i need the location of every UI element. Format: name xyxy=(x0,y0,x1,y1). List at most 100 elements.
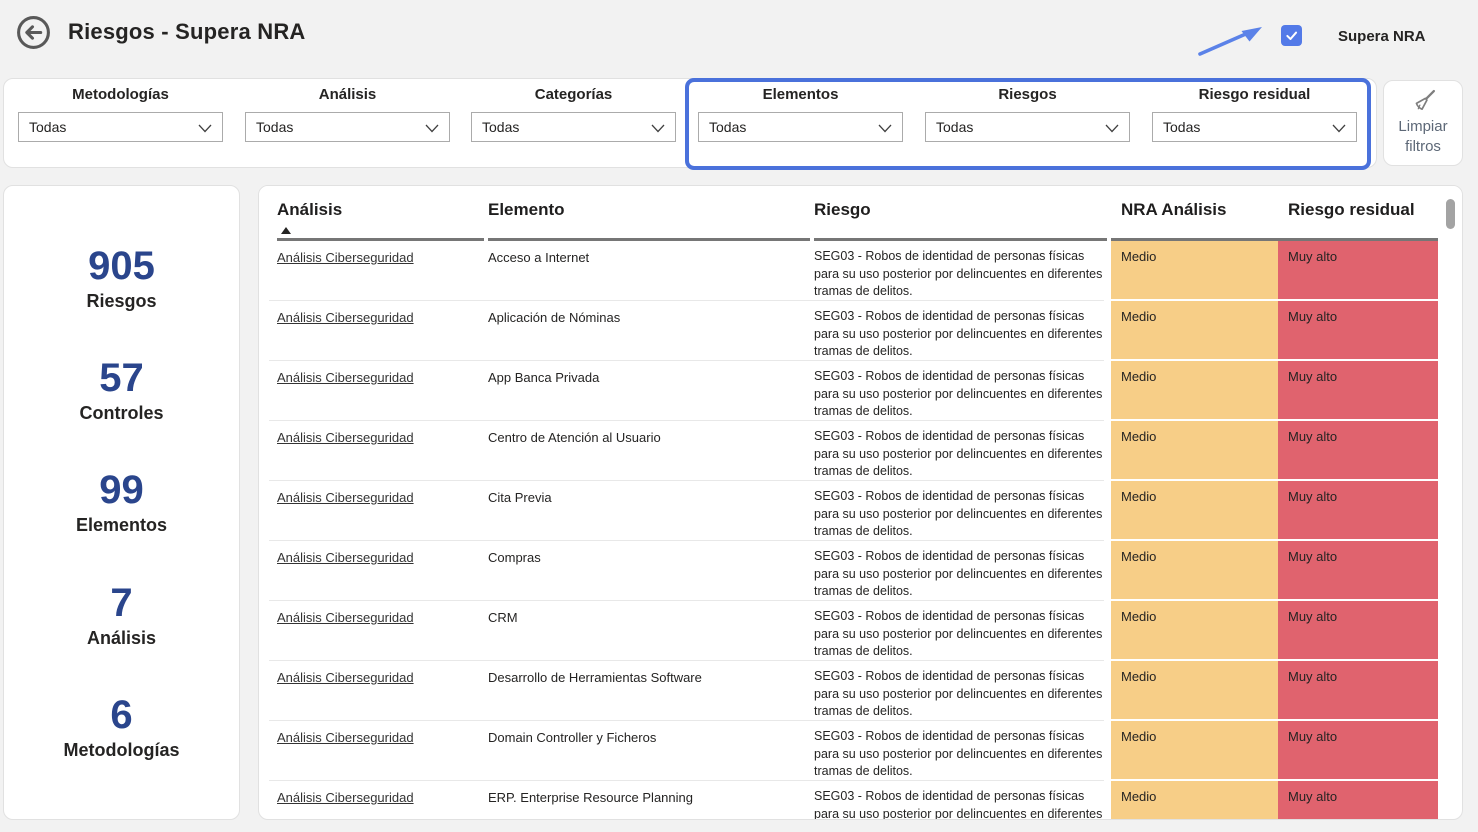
supera-nra-checkbox-label: Supera NRA xyxy=(1338,28,1426,45)
riesgo-residual-cell: Muy alto xyxy=(1278,241,1438,300)
riesgo-residual-cell: Muy alto xyxy=(1278,661,1438,720)
analisis-link[interactable]: Análisis Ciberseguridad xyxy=(277,250,414,265)
kpi-card-metodologías: 6Metodologías xyxy=(64,693,180,761)
page-title: Riesgos - Supera NRA xyxy=(68,19,306,45)
filter-dropdown[interactable]: Todas xyxy=(245,112,450,142)
table-row: Análisis Ciberseguridad Acceso a Internet… xyxy=(259,241,1462,301)
supera-nra-checkbox[interactable] xyxy=(1281,25,1302,46)
kpi-panel: 905Riesgos57Controles99Elementos7Análisi… xyxy=(3,185,240,820)
filter-group-categorías: Categorías Todas xyxy=(471,86,676,142)
riesgo-cell: SEG03 - Robos de identidad de personas f… xyxy=(814,608,1106,661)
analisis-link[interactable]: Análisis Ciberseguridad xyxy=(277,490,414,505)
filter-dropdown[interactable]: Todas xyxy=(471,112,676,142)
kpi-card-riesgos: 905Riesgos xyxy=(86,244,156,312)
kpi-card-análisis: 7Análisis xyxy=(87,581,156,649)
filter-label: Categorías xyxy=(471,86,676,103)
nra-analisis-cell: Medio xyxy=(1111,241,1278,300)
kpi-card-controles: 57Controles xyxy=(79,356,163,424)
chevron-down-icon xyxy=(651,124,665,133)
sort-ascending-icon xyxy=(281,227,291,234)
filter-label: Análisis xyxy=(245,86,450,103)
riesgo-cell: SEG03 - Robos de identidad de personas f… xyxy=(814,428,1106,481)
column-header-riesgo[interactable]: Riesgo xyxy=(814,200,1104,220)
elemento-cell: App Banca Privada xyxy=(488,370,599,385)
table-row: Análisis Ciberseguridad Desarrollo de Her… xyxy=(259,661,1462,721)
back-button[interactable] xyxy=(15,14,52,51)
nra-analisis-cell: Medio xyxy=(1111,541,1278,600)
riesgo-residual-cell: Muy alto xyxy=(1278,361,1438,420)
riesgo-residual-cell: Muy alto xyxy=(1278,721,1438,780)
riesgo-residual-cell: Muy alto xyxy=(1278,301,1438,360)
elemento-cell: Compras xyxy=(488,550,541,565)
risk-table: Análisis Elemento Riesgo NRA AnálisisRiesgo… xyxy=(258,185,1463,820)
filter-group-riesgo-residual: Riesgo residual Todas xyxy=(1152,86,1357,142)
filter-group-metodologías: MetodologíasTodas xyxy=(18,86,223,142)
filter-groups: MetodologíasTodasAnálisisTodasCategorías… xyxy=(4,79,1376,167)
analisis-link[interactable]: Análisis Ciberseguridad xyxy=(277,370,414,385)
riesgo-cell: SEG03 - Robos de identidad de personas f… xyxy=(814,488,1106,541)
annotation-arrow-icon xyxy=(1196,20,1268,60)
column-header-riesgo-residual[interactable]: Riesgo residual xyxy=(1278,200,1438,220)
table-row: Análisis Ciberseguridad Centro de Atenció… xyxy=(259,421,1462,481)
chevron-down-icon xyxy=(1105,124,1119,133)
filter-label: Riesgo residual xyxy=(1152,86,1357,103)
dropdown-value: Todas xyxy=(709,119,746,135)
elemento-cell: Aplicación de Nóminas xyxy=(488,310,620,325)
analisis-link[interactable]: Análisis Ciberseguridad xyxy=(277,730,414,745)
analisis-link[interactable]: Análisis Ciberseguridad xyxy=(277,430,414,445)
dropdown-value: Todas xyxy=(1163,119,1200,135)
riesgo-cell: SEG03 - Robos de identidad de personas f… xyxy=(814,788,1106,820)
riesgo-cell: SEG03 - Robos de identidad de personas f… xyxy=(814,728,1106,781)
dropdown-value: Todas xyxy=(936,119,973,135)
chevron-down-icon xyxy=(425,124,439,133)
filter-group-riesgos: Riesgos Todas xyxy=(925,86,1130,142)
topbar: Riesgos - Supera NRA Supera NRA xyxy=(0,0,1478,76)
riesgo-cell: SEG03 - Robos de identidad de personas f… xyxy=(814,248,1106,301)
elemento-cell: Acceso a Internet xyxy=(488,250,589,265)
chevron-down-icon xyxy=(1332,124,1346,133)
filter-dropdown[interactable]: Todas xyxy=(1152,112,1357,142)
analisis-link[interactable]: Análisis Ciberseguridad xyxy=(277,670,414,685)
table-row: Análisis Ciberseguridad Aplicación de Nóm… xyxy=(259,301,1462,361)
elemento-cell: Desarrollo de Herramientas Software xyxy=(488,670,702,685)
kpi-value: 6 xyxy=(64,693,180,737)
filter-bar: MetodologíasTodasAnálisisTodasCategorías… xyxy=(3,78,1377,168)
table-header: Análisis Elemento Riesgo NRA AnálisisRiesgo… xyxy=(259,186,1462,241)
riesgo-residual-cell: Muy alto xyxy=(1278,421,1438,480)
kpi-label: Riesgos xyxy=(86,291,156,312)
nra-analisis-cell: Medio xyxy=(1111,481,1278,540)
clear-filters-button[interactable]: Limpiar filtros xyxy=(1383,80,1463,166)
nra-analisis-cell: Medio xyxy=(1111,721,1278,780)
nra-analisis-cell: Medio xyxy=(1111,781,1278,820)
kpi-label: Análisis xyxy=(87,628,156,649)
filter-dropdown[interactable]: Todas xyxy=(698,112,903,142)
filter-label: Riesgos xyxy=(925,86,1130,103)
riesgo-residual-cell: Muy alto xyxy=(1278,601,1438,660)
analisis-link[interactable]: Análisis Ciberseguridad xyxy=(277,610,414,625)
elemento-cell: Centro de Atención al Usuario xyxy=(488,430,661,445)
nra-analisis-cell: Medio xyxy=(1111,601,1278,660)
column-header-análisis[interactable]: Análisis xyxy=(277,200,477,220)
analisis-link[interactable]: Análisis Ciberseguridad xyxy=(277,790,414,805)
checkmark-icon xyxy=(1284,28,1299,43)
elemento-cell: ERP. Enterprise Resource Planning xyxy=(488,790,693,805)
kpi-label: Controles xyxy=(79,403,163,424)
filter-label: Elementos xyxy=(698,86,903,103)
broom-icon xyxy=(1410,88,1437,115)
analisis-link[interactable]: Análisis Ciberseguridad xyxy=(277,550,414,565)
column-header-elemento[interactable]: Elemento xyxy=(488,200,798,220)
dropdown-value: Todas xyxy=(29,119,66,135)
clear-filters-label: Limpiar filtros xyxy=(1393,117,1453,156)
table-row: Análisis CiberseguridadDomain Controller… xyxy=(259,721,1462,781)
column-header-nra-análisis[interactable]: NRA Análisis xyxy=(1111,200,1278,220)
kpi-label: Elementos xyxy=(76,515,167,536)
table-row: Análisis CiberseguridadCita PreviaSEG03 … xyxy=(259,481,1462,541)
filter-dropdown[interactable]: Todas xyxy=(925,112,1130,142)
filter-group-elementos: Elementos Todas xyxy=(698,86,903,142)
table-scrollbar-thumb[interactable] xyxy=(1446,199,1455,229)
analisis-link[interactable]: Análisis Ciberseguridad xyxy=(277,310,414,325)
chevron-down-icon xyxy=(878,124,892,133)
dropdown-value: Todas xyxy=(256,119,293,135)
filter-dropdown[interactable]: Todas xyxy=(18,112,223,142)
nra-analisis-cell: Medio xyxy=(1111,421,1278,480)
